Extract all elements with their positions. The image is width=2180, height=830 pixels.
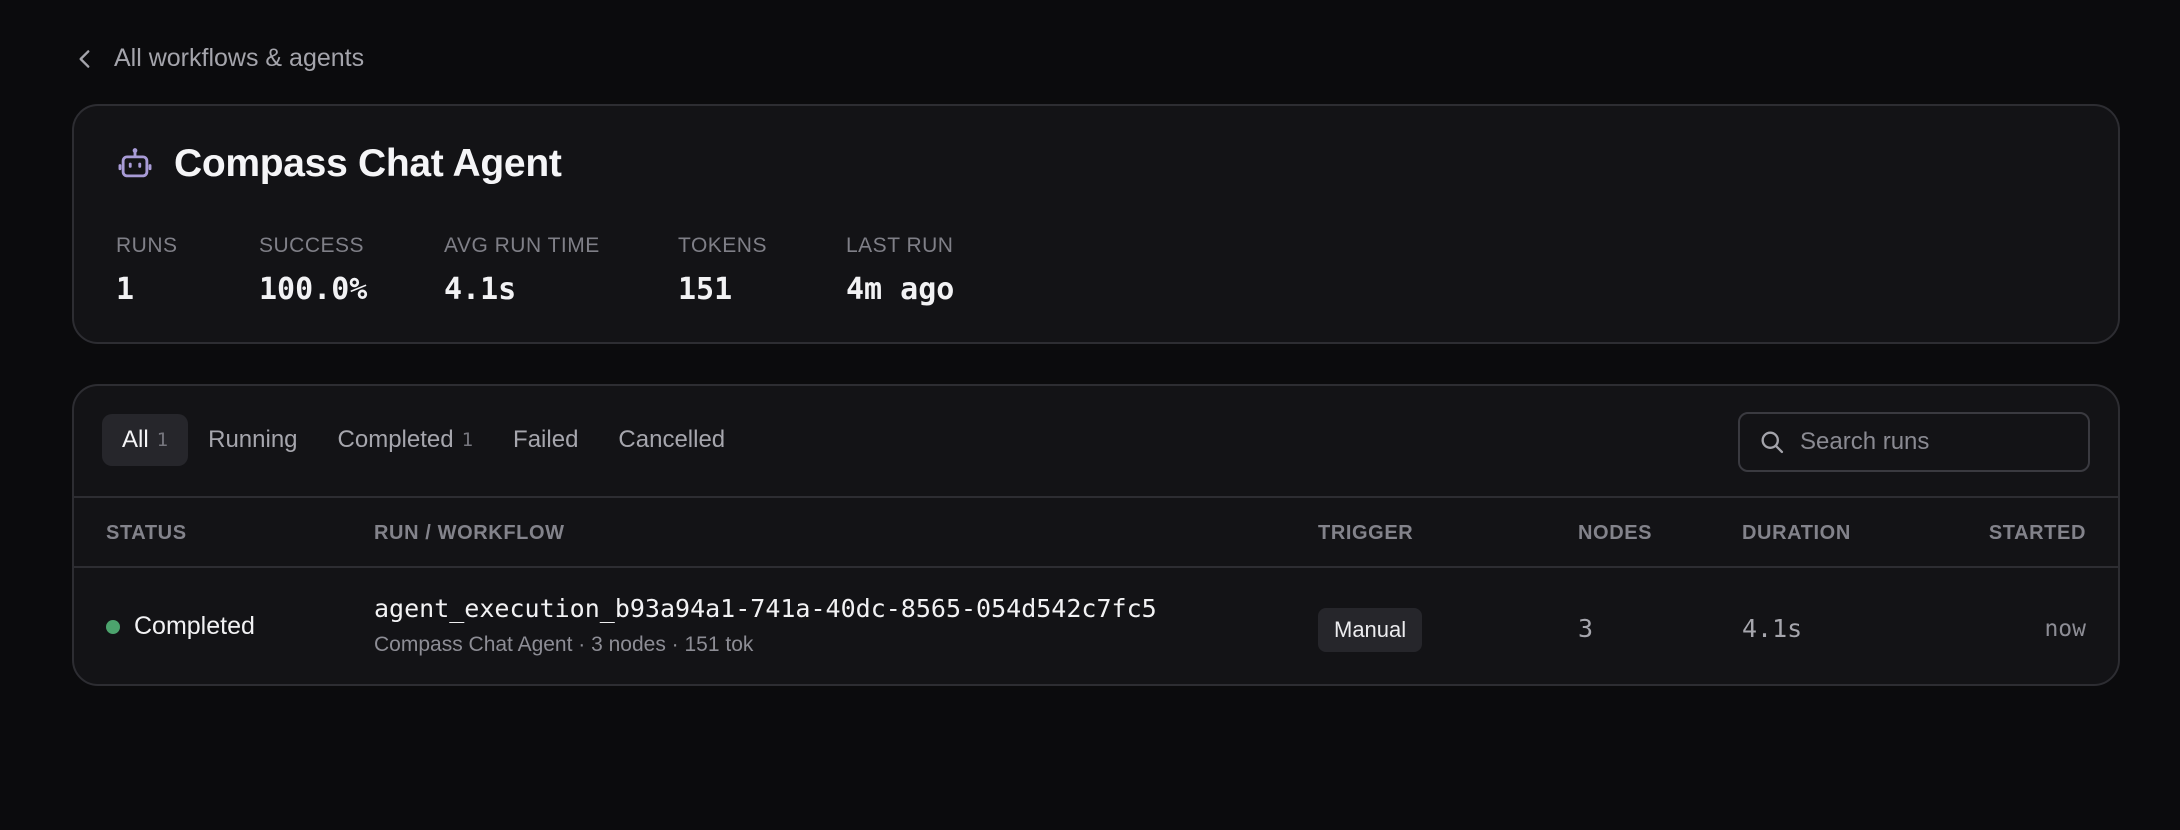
tab-completed[interactable]: Completed 1: [318, 414, 494, 466]
tab-failed[interactable]: Failed: [493, 414, 598, 466]
column-header-run[interactable]: RUN / WORKFLOW: [374, 522, 565, 545]
agent-summary-card: Compass Chat Agent RUNS 1 SUCCESS 100.0%…: [72, 104, 2120, 344]
search-icon: [1761, 431, 1784, 454]
runs-card: All 1 Running Completed 1 Failed Cancell…: [72, 384, 2120, 686]
column-header-trigger[interactable]: TRIGGER: [1318, 522, 1413, 545]
tab-count: 1: [156, 429, 169, 451]
stat-label: TOKENS: [678, 234, 767, 257]
tab-label: All: [122, 426, 149, 453]
filter-tabs: All 1 Running Completed 1 Failed Cancell…: [102, 414, 745, 466]
stat-last-run: LAST RUN 4m ago: [846, 234, 1046, 307]
stat-value: 4.1s: [444, 272, 517, 307]
column-header-nodes[interactable]: NODES: [1578, 522, 1652, 545]
stat-value: 1: [116, 272, 135, 307]
tab-label: Cancelled: [618, 426, 726, 453]
page-title: Compass Chat Agent: [174, 142, 562, 185]
tab-all[interactable]: All 1: [102, 414, 189, 466]
status-cell: Completed: [106, 612, 255, 641]
stat-value: 100.0%: [259, 272, 368, 307]
stat-label: AVG RUN TIME: [444, 234, 600, 257]
stat-label: LAST RUN: [846, 234, 954, 257]
tab-cancelled[interactable]: Cancelled: [598, 414, 745, 466]
tab-label: Running: [208, 426, 298, 453]
stat-value: 4m ago: [846, 272, 955, 307]
table-row[interactable]: Completed agent_execution_b93a94a1-741a-…: [74, 568, 2118, 684]
table-header: STATUS RUN / WORKFLOW TRIGGER NODES DURA…: [74, 496, 2118, 568]
stat-label: SUCCESS: [259, 234, 365, 257]
stat-value: 151: [678, 272, 733, 307]
nodes-value: 3: [1578, 614, 1594, 643]
stats-row: RUNS 1 SUCCESS 100.0% AVG RUN TIME 4.1s …: [116, 234, 1046, 307]
stat-label: RUNS: [116, 234, 178, 257]
trigger-badge: Manual: [1318, 608, 1423, 652]
run-subtitle: Compass Chat Agent · 3 nodes · 151 tok: [374, 633, 754, 656]
search-input[interactable]: [1800, 428, 2060, 456]
tab-label: Failed: [513, 426, 579, 453]
stat-avg-run-time: AVG RUN TIME 4.1s: [444, 234, 678, 307]
back-link-label: All workflows & agents: [114, 44, 365, 72]
stat-tokens: TOKENS 151: [678, 234, 846, 307]
column-header-started[interactable]: STARTED: [1989, 522, 2086, 545]
robot-icon: [118, 148, 152, 178]
tab-running[interactable]: Running: [188, 414, 317, 466]
duration-value: 4.1s: [1742, 614, 1803, 643]
column-header-status[interactable]: STATUS: [106, 522, 187, 545]
back-link[interactable]: All workflows & agents: [72, 44, 364, 73]
tab-label: Completed: [337, 426, 454, 453]
search-box[interactable]: [1738, 412, 2090, 472]
stat-success: SUCCESS 100.0%: [259, 234, 444, 307]
status-label: Completed: [134, 612, 255, 640]
status-dot-icon: [106, 619, 120, 634]
chevron-left-icon: [79, 49, 90, 68]
run-cell: agent_execution_b93a94a1-741a-40dc-8565-…: [374, 594, 1157, 657]
run-id[interactable]: agent_execution_b93a94a1-741a-40dc-8565-…: [374, 594, 1157, 623]
tab-count: 1: [461, 429, 474, 451]
column-header-duration[interactable]: DURATION: [1742, 522, 1851, 545]
stat-runs: RUNS 1: [116, 234, 259, 307]
started-value: now: [2044, 616, 2086, 642]
